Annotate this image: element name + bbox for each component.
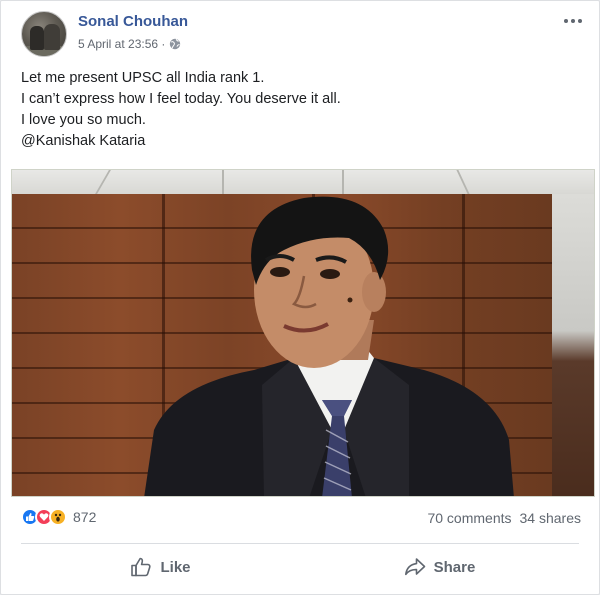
thumbs-up-icon [131, 557, 152, 577]
comments-count[interactable]: 70 comments [427, 510, 511, 526]
mention-link[interactable]: @Kanishak Kataria [21, 131, 579, 152]
share-arrow-icon [404, 558, 425, 576]
reactions-summary[interactable]: 872 [21, 508, 96, 526]
post-text-line: Let me present UPSC all India rank 1. [21, 70, 265, 86]
post-stats: 872 70 comments 34 shares [21, 508, 581, 530]
post-text-line: I love you so much. [21, 112, 146, 128]
post-photo[interactable] [11, 169, 595, 497]
share-button[interactable]: Share [300, 549, 579, 585]
divider [21, 543, 579, 544]
globe-icon [170, 38, 181, 50]
post-header: Sonal Chouhan 5 April at 23:56 · [21, 11, 585, 57]
engagement-counts: 70 comments 34 shares [427, 510, 581, 526]
like-button-label: Like [160, 558, 191, 576]
avatar[interactable] [21, 11, 67, 57]
author-name[interactable]: Sonal Chouhan [78, 13, 188, 30]
share-button-label: Share [433, 558, 476, 576]
post-text: Let me present UPSC all India rank 1. I … [21, 68, 579, 152]
post-card: Sonal Chouhan 5 April at 23:56 · Let me … [0, 0, 600, 595]
like-button[interactable]: Like [21, 549, 300, 585]
post-timestamp[interactable]: 5 April at 23:56 · [78, 37, 165, 51]
post-actions: Like Share [21, 549, 579, 585]
wow-reaction-icon [49, 508, 67, 526]
post-meta: 5 April at 23:56 · [78, 37, 181, 51]
more-options-icon[interactable] [561, 13, 585, 29]
post-text-line: I can’t express how I feel today. You de… [21, 91, 341, 107]
shares-count[interactable]: 34 shares [520, 510, 581, 526]
reaction-count[interactable]: 872 [73, 509, 96, 525]
person-figure [144, 196, 514, 496]
